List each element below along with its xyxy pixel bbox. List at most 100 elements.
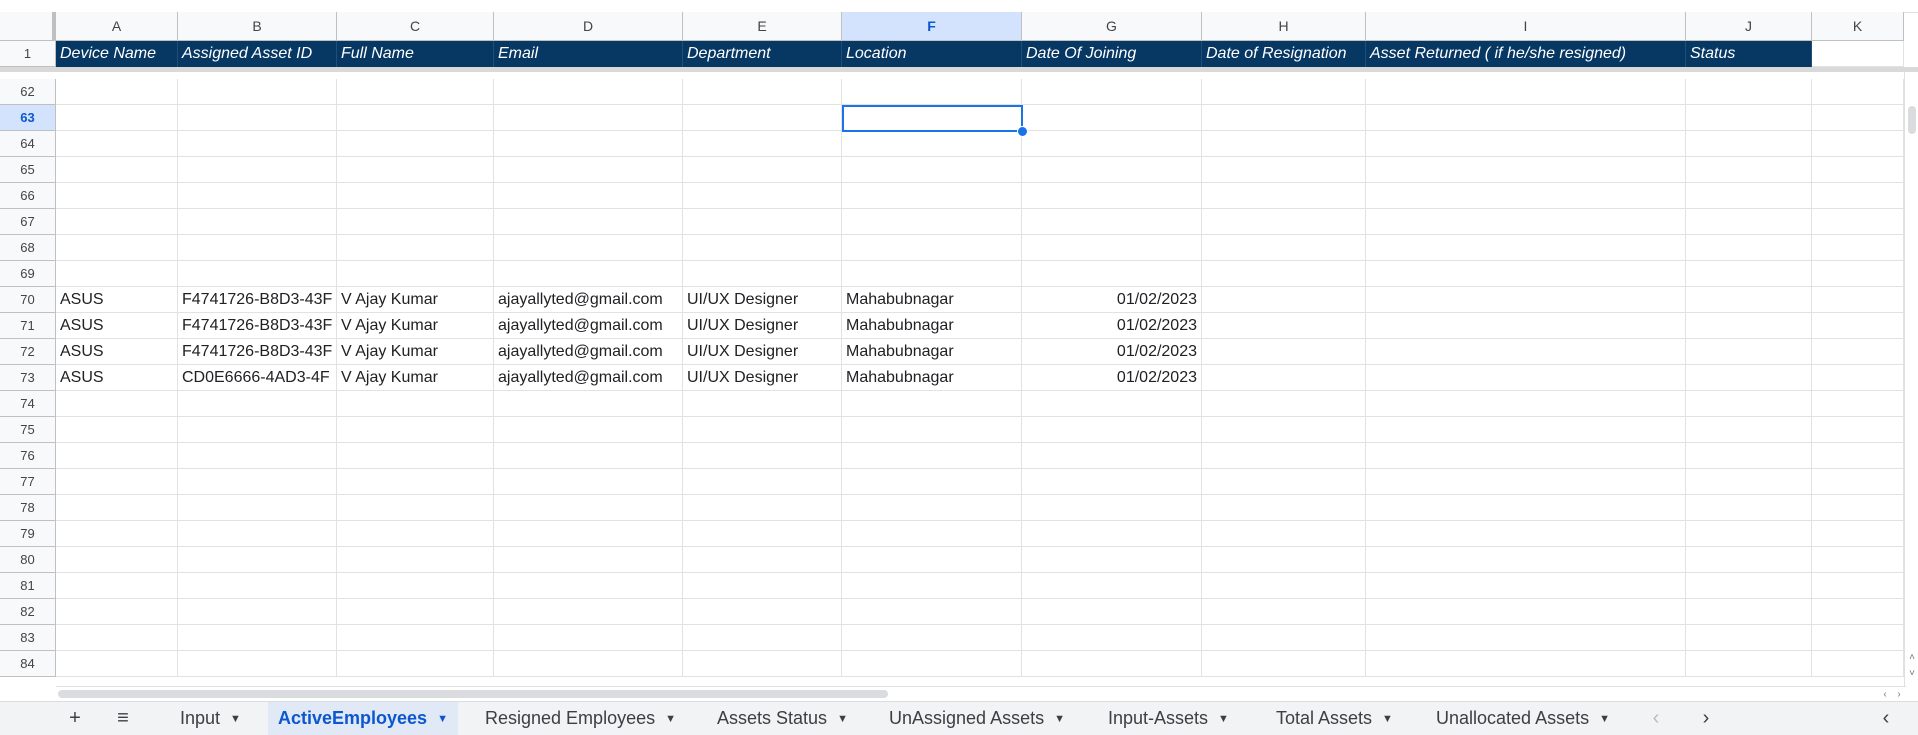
grid-cell[interactable] [683,261,842,287]
grid-cell[interactable] [178,391,337,417]
grid-cell[interactable] [1686,235,1812,261]
grid-cell[interactable] [1686,625,1812,651]
grid-cell[interactable] [1022,651,1202,677]
grid-cell[interactable] [1022,235,1202,261]
header-cell[interactable]: Full Name [337,41,494,67]
grid-cell[interactable] [1366,651,1686,677]
grid-cell[interactable] [683,131,842,157]
grid-cell[interactable] [1366,625,1686,651]
grid-cell[interactable] [1202,521,1366,547]
grid-cell[interactable] [1202,313,1366,339]
grid-cell[interactable] [683,235,842,261]
grid-cell[interactable] [842,599,1022,625]
grid-cell[interactable] [178,651,337,677]
grid-cell[interactable] [842,417,1022,443]
row-header[interactable]: 63 [0,105,56,131]
grid-cell[interactable] [337,235,494,261]
grid-cell[interactable] [494,521,683,547]
grid-cell[interactable] [1812,209,1904,235]
grid-cell[interactable] [683,495,842,521]
grid-cell[interactable] [683,79,842,105]
row-header[interactable]: 62 [0,79,56,105]
grid-cell[interactable] [1022,209,1202,235]
grid-cell[interactable] [1202,469,1366,495]
column-header-j[interactable]: J [1686,12,1812,41]
grid-cell[interactable] [842,131,1022,157]
grid-cell[interactable] [1812,651,1904,677]
chevron-right-icon[interactable]: › [1688,702,1724,735]
grid-cell[interactable] [494,79,683,105]
grid-cell[interactable] [1812,235,1904,261]
row-header[interactable]: 69 [0,261,56,287]
grid-cell[interactable] [56,235,178,261]
grid-cell[interactable] [178,547,337,573]
grid-cell[interactable] [178,417,337,443]
grid-cell[interactable] [178,625,337,651]
row-header[interactable]: 79 [0,521,56,547]
grid-cell[interactable] [1812,339,1904,365]
grid-cell[interactable] [1812,313,1904,339]
grid-cell[interactable]: 01/02/2023 [1022,339,1202,365]
grid-cell[interactable] [1686,443,1812,469]
grid-cell[interactable] [1202,79,1366,105]
grid-cell[interactable] [494,599,683,625]
row-header[interactable]: 84 [0,651,56,677]
grid-cell[interactable]: V Ajay Kumar [337,365,494,391]
grid-cell[interactable] [1686,573,1812,599]
grid-cell[interactable] [56,391,178,417]
grid-cell[interactable] [1686,157,1812,183]
grid-cell[interactable] [494,547,683,573]
grid-cell[interactable] [1366,313,1686,339]
grid-cell[interactable] [1812,131,1904,157]
scroll-left-icon[interactable]: ‹ [1878,687,1892,701]
grid-cell[interactable] [842,157,1022,183]
grid-cell[interactable] [56,547,178,573]
header-cell[interactable]: Location [842,41,1022,67]
grid-cell[interactable] [683,209,842,235]
grid-cell[interactable] [56,573,178,599]
grid-cell[interactable] [683,625,842,651]
grid-cell[interactable]: UI/UX Designer [683,365,842,391]
grid-cell[interactable] [1366,495,1686,521]
row-header[interactable]: 72 [0,339,56,365]
column-header-f[interactable]: F [842,12,1022,41]
grid-cell[interactable] [1202,365,1366,391]
grid-cell[interactable] [178,131,337,157]
grid-cell[interactable] [337,521,494,547]
grid-cell[interactable] [494,417,683,443]
grid-cell[interactable] [1686,495,1812,521]
grid-cell[interactable] [1202,131,1366,157]
grid-cell[interactable] [56,625,178,651]
row-header[interactable]: 74 [0,391,56,417]
grid-cell[interactable] [178,157,337,183]
grid-cell[interactable] [842,391,1022,417]
header-cell[interactable]: Date Of Joining [1022,41,1202,67]
grid-cell[interactable] [842,651,1022,677]
grid-cell[interactable] [337,79,494,105]
grid-cell[interactable] [1202,287,1366,313]
sheet-tab[interactable]: Input ▼ [170,702,251,735]
grid-cell[interactable] [178,209,337,235]
grid-cell[interactable] [337,417,494,443]
grid-cell[interactable] [1686,391,1812,417]
grid-cell[interactable] [1366,391,1686,417]
grid-cell[interactable] [56,131,178,157]
caret-down-icon[interactable]: ▼ [665,713,676,725]
sheet-tab[interactable]: Resigned Employees ▼ [475,702,686,735]
plus-icon[interactable]: + [57,702,93,735]
vertical-scroll-thumb[interactable] [1908,106,1916,134]
grid-cell[interactable] [842,261,1022,287]
grid-cell[interactable] [1686,469,1812,495]
grid-cell[interactable]: Mahabubnagar [842,339,1022,365]
grid-cell[interactable] [1202,339,1366,365]
grid-cell[interactable] [1686,313,1812,339]
grid-cell[interactable]: F4741726-B8D3-43F [178,339,337,365]
row-header[interactable]: 67 [0,209,56,235]
fill-handle[interactable] [1017,126,1028,137]
grid-cell[interactable]: Mahabubnagar [842,287,1022,313]
column-header-i[interactable]: I [1366,12,1686,41]
grid-cell[interactable] [1366,235,1686,261]
grid-cell[interactable] [1812,495,1904,521]
row-header[interactable]: 70 [0,287,56,313]
grid-cell[interactable] [1812,157,1904,183]
